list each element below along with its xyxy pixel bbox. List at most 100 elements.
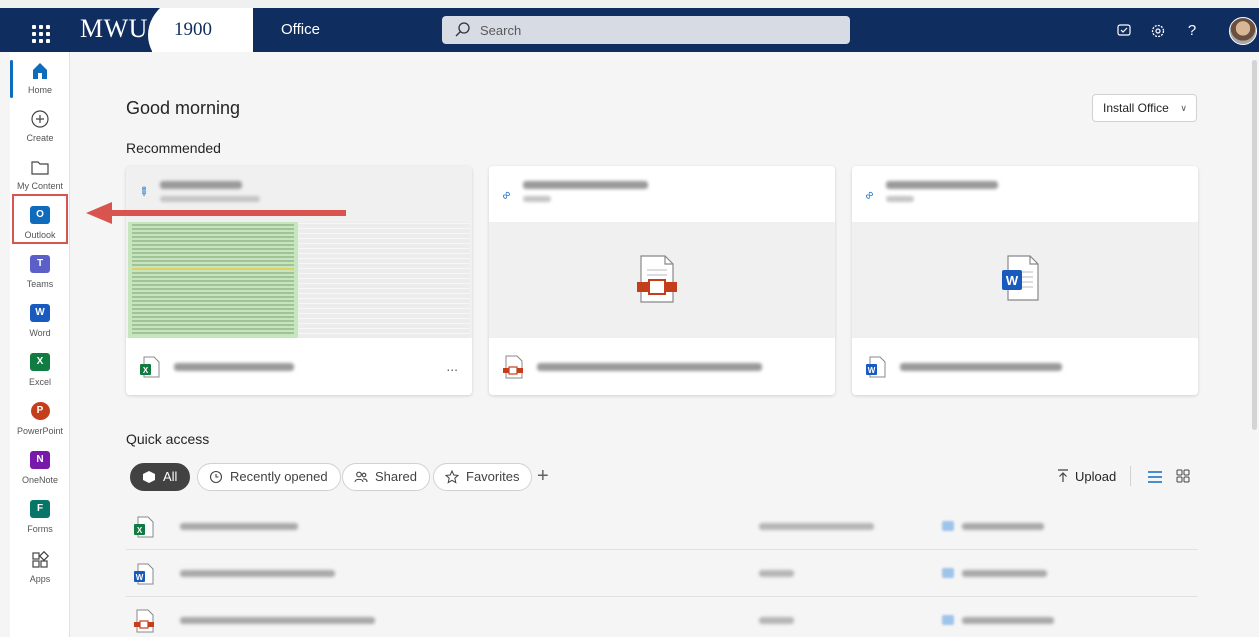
filter-all-label: All — [163, 469, 178, 484]
redacted-activity-text — [523, 181, 648, 189]
greeting-heading: Good morning — [126, 98, 241, 118]
filter-shared-label: Shared — [375, 469, 417, 484]
card-header: ∞ — [852, 166, 1198, 222]
pdf-file-icon — [637, 255, 677, 303]
rail-label-excel: Excel — [28, 377, 51, 387]
app-title[interactable]: Office — [281, 21, 320, 38]
file-row-pdf[interactable] — [126, 597, 1198, 637]
filter-favorites[interactable]: Favorites — [433, 463, 533, 491]
forms-icon: F — [30, 500, 50, 518]
search-box[interactable]: Search — [442, 16, 850, 44]
rail-item-home[interactable]: Home — [10, 60, 70, 108]
powerpoint-icon: P — [30, 402, 50, 420]
logo-year: 1900 — [174, 19, 212, 40]
avatar[interactable] — [1229, 17, 1257, 45]
grid-view-icon[interactable] — [1176, 469, 1190, 483]
main-content: Good morning Install Office ∨ Recommende… — [72, 52, 1259, 637]
waffle-icon[interactable] — [27, 20, 53, 46]
redacted-date-text — [886, 196, 914, 202]
recommended-card-word[interactable]: ∞ W W — [852, 166, 1198, 395]
rail-item-onenote[interactable]: N OneNote — [10, 449, 70, 497]
redacted-activity — [942, 568, 1052, 578]
plus-circle-icon — [31, 110, 49, 128]
rail-label-my-content: My Content — [16, 181, 64, 191]
feedback-icon[interactable] — [1113, 20, 1135, 42]
rail-item-outlook[interactable]: O Outlook — [10, 204, 70, 252]
rail-item-word[interactable]: W Word — [10, 302, 70, 350]
rail-label-outlook: Outlook — [24, 230, 56, 240]
file-preview: W — [852, 222, 1198, 338]
redacted-filename — [900, 363, 1062, 371]
onenote-icon: N — [30, 451, 50, 469]
redacted-activity — [942, 521, 1052, 531]
svg-text:W: W — [136, 573, 144, 582]
filter-recently-opened-label: Recently opened — [230, 469, 328, 484]
upload-button[interactable]: Upload — [1057, 469, 1116, 484]
file-row-word[interactable]: W — [126, 550, 1198, 597]
redacted-date-text — [523, 196, 551, 202]
teams-icon: T — [30, 255, 50, 273]
left-rail: Home Create My Content O Outlook T Teams… — [10, 52, 70, 637]
rail-label-create: Create — [26, 133, 54, 143]
svg-text:W: W — [868, 366, 876, 375]
filter-all[interactable]: All — [130, 463, 191, 491]
card-footer — [489, 338, 835, 395]
rail-item-create[interactable]: Create — [10, 108, 70, 156]
upload-icon — [1058, 469, 1068, 482]
rail-item-apps[interactable]: Apps — [10, 549, 70, 597]
filter-recently-opened[interactable]: Recently opened — [197, 463, 341, 491]
university-logo[interactable]: MWU 1900 — [78, 8, 253, 52]
spreadsheet-preview — [126, 222, 472, 338]
redacted-filename — [180, 523, 298, 530]
pdf-file-icon-small — [503, 355, 523, 379]
paperclip-icon: ∞ — [498, 186, 515, 203]
filter-shared[interactable]: Shared — [342, 463, 430, 491]
rail-label-onenote: OneNote — [21, 475, 59, 485]
quick-access-heading: Quick access — [126, 431, 210, 447]
annotation-arrow — [86, 202, 346, 224]
rail-item-excel[interactable]: X Excel — [10, 351, 70, 399]
install-office-label: Install Office — [1103, 101, 1169, 115]
vertical-scrollbar[interactable] — [1252, 60, 1257, 430]
word-icon: W — [30, 304, 50, 322]
word-file-icon-small: W — [866, 356, 886, 378]
card-header: ∞ — [489, 166, 835, 222]
word-file-icon: W — [1002, 255, 1039, 301]
divider — [1130, 466, 1131, 486]
redacted-date — [759, 617, 794, 624]
chevron-down-icon: ∨ — [1180, 103, 1187, 113]
paperclip-icon: ∞ — [861, 186, 878, 203]
rail-item-forms[interactable]: F Forms — [10, 498, 70, 546]
clock-icon — [209, 470, 223, 484]
file-preview — [489, 222, 835, 338]
file-row-excel[interactable]: X — [126, 503, 1198, 550]
redacted-filename — [180, 617, 375, 624]
add-filter-icon[interactable]: + — [537, 465, 549, 488]
redacted-activity — [942, 615, 1054, 625]
search-icon — [455, 22, 470, 37]
rail-item-teams[interactable]: T Teams — [10, 253, 70, 301]
apps-icon — [32, 550, 50, 568]
rail-label-powerpoint: PowerPoint — [16, 426, 64, 436]
logo-text: MWU — [80, 14, 148, 43]
search-placeholder: Search — [480, 23, 522, 38]
install-office-button[interactable]: Install Office ∨ — [1092, 94, 1197, 122]
redacted-activity-text — [160, 181, 242, 189]
cube-icon — [143, 471, 155, 483]
rail-label-apps: Apps — [29, 574, 51, 584]
excel-file-icon: X — [140, 356, 160, 378]
help-icon[interactable]: ? — [1181, 20, 1203, 42]
redacted-date — [759, 570, 794, 577]
rail-label-forms: Forms — [27, 524, 53, 534]
upload-label: Upload — [1075, 469, 1117, 484]
rail-item-powerpoint[interactable]: P PowerPoint — [10, 400, 70, 448]
more-options-button[interactable]: ... — [446, 358, 458, 374]
list-view-icon[interactable] — [1147, 469, 1163, 485]
outlook-icon: O — [30, 206, 50, 224]
card-footer: X ... — [126, 338, 472, 395]
redacted-date — [759, 523, 874, 530]
recommended-card-pdf[interactable]: ∞ — [489, 166, 835, 395]
settings-gear-icon[interactable] — [1147, 20, 1169, 42]
svg-text:X: X — [143, 366, 149, 375]
excel-file-icon: X — [134, 516, 154, 538]
